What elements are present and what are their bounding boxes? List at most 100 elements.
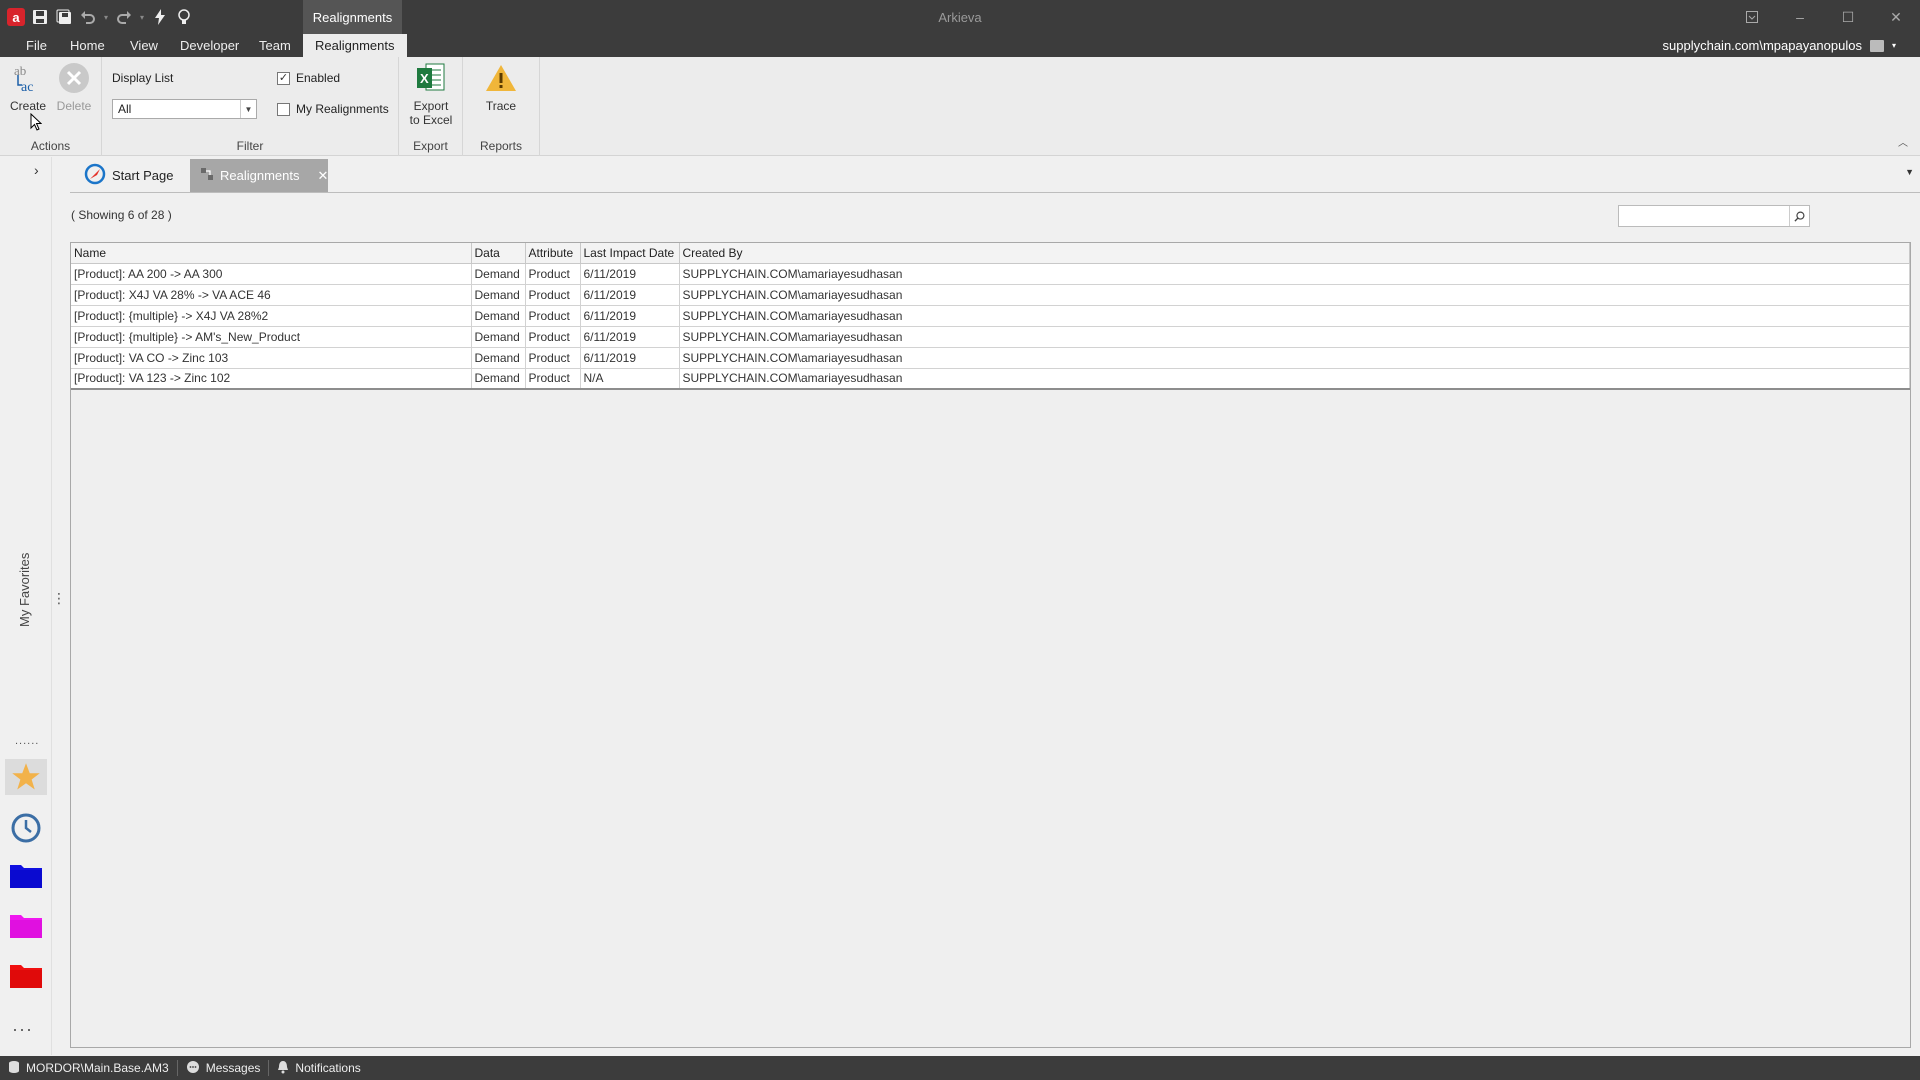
menu-view[interactable]: View	[118, 34, 170, 57]
folder-red-icon[interactable]	[8, 957, 44, 993]
close-icon[interactable]: ✕	[1872, 0, 1920, 34]
table-row[interactable]: [Product]: AA 200 -> AA 300 Demand Produ…	[71, 263, 1910, 285]
column-header-name[interactable]: Name	[71, 243, 472, 264]
cell-data[interactable]: Demand	[471, 347, 526, 369]
cell-name[interactable]: [Product]: X4J VA 28% -> VA ACE 46	[71, 284, 472, 306]
cell-last-impact-date[interactable]: N/A	[580, 368, 680, 390]
menu-realignments[interactable]: Realignments	[303, 34, 407, 57]
cell-data[interactable]: Demand	[471, 284, 526, 306]
cell-last-impact-date[interactable]: 6/11/2019	[580, 263, 680, 285]
table-row[interactable]: [Product]: VA 123 -> Zinc 102 Demand Pro…	[71, 368, 1910, 390]
tab-start-page-label: Start Page	[112, 168, 174, 183]
connection-status[interactable]: MORDOR\Main.Base.AM3	[0, 1060, 178, 1076]
cell-last-impact-date[interactable]: 6/11/2019	[580, 347, 680, 369]
tab-realignments[interactable]: Realignments ✕	[190, 159, 328, 192]
cell-name[interactable]: [Product]: AA 200 -> AA 300	[71, 263, 472, 285]
cell-data[interactable]: Demand	[471, 263, 526, 285]
recent-clock-icon[interactable]	[8, 809, 44, 845]
menu-team[interactable]: Team	[247, 34, 303, 57]
column-header-attribute[interactable]: Attribute	[525, 243, 581, 264]
favorites-label[interactable]: My Favorites	[17, 553, 32, 627]
chevron-right-icon[interactable]: ›	[34, 162, 39, 178]
minimize-icon[interactable]: –	[1776, 0, 1824, 34]
notifications-button[interactable]: Notifications	[269, 1060, 368, 1076]
folder-magenta-icon[interactable]	[8, 907, 44, 943]
folder-blue-icon[interactable]	[8, 857, 44, 893]
cell-created-by[interactable]: SUPPLYCHAIN.COM\amariayesudhasan	[679, 284, 1910, 306]
splitter-grip-icon[interactable]: ⋮	[52, 590, 66, 607]
menu-file[interactable]: File	[14, 34, 59, 57]
tabs-dropdown-icon[interactable]: ▼	[1905, 167, 1914, 177]
save-all-icon[interactable]	[52, 6, 76, 28]
cell-name[interactable]: [Product]: {multiple} -> AM's_New_Produc…	[71, 326, 472, 348]
drag-handle-icon[interactable]: ......	[15, 735, 39, 747]
cell-attribute[interactable]: Product	[525, 368, 581, 390]
cell-created-by[interactable]: SUPPLYCHAIN.COM\amariayesudhasan	[679, 263, 1910, 285]
more-icon[interactable]: ···	[12, 1019, 33, 1040]
user-info[interactable]: supplychain.com\mpapayanopulos ▾	[1663, 34, 1896, 57]
cell-created-by[interactable]: SUPPLYCHAIN.COM\amariayesudhasan	[679, 347, 1910, 369]
cell-attribute[interactable]: Product	[525, 347, 581, 369]
trace-button[interactable]: Trace	[479, 61, 523, 113]
title-bar: a ▾ ▾ Realignments Arkieva – ☐ ✕	[0, 0, 1920, 34]
redo-dropdown-icon[interactable]: ▾	[136, 6, 148, 28]
showing-count: ( Showing 6 of 28 )	[71, 208, 172, 222]
menu-bar: File Home View Developer Team Realignmen…	[0, 34, 1920, 57]
create-button[interactable]: ab ac Create	[6, 61, 50, 113]
lightbulb-icon[interactable]	[172, 6, 196, 28]
cell-name[interactable]: [Product]: VA CO -> Zinc 103	[71, 347, 472, 369]
column-header-data[interactable]: Data	[471, 243, 526, 264]
cell-last-impact-date[interactable]: 6/11/2019	[580, 284, 680, 306]
ribbon-display-icon[interactable]	[1728, 0, 1776, 34]
messages-button[interactable]: Messages	[178, 1060, 270, 1076]
cell-name[interactable]: [Product]: {multiple} -> X4J VA 28%2	[71, 305, 472, 327]
table-row[interactable]: [Product]: X4J VA 28% -> VA ACE 46 Deman…	[71, 284, 1910, 306]
app-logo-icon[interactable]: a	[4, 6, 28, 28]
cell-attribute[interactable]: Product	[525, 284, 581, 306]
search-icon[interactable]	[1789, 206, 1809, 226]
cell-data[interactable]: Demand	[471, 368, 526, 390]
save-icon[interactable]	[28, 6, 52, 28]
cell-attribute[interactable]: Product	[525, 263, 581, 285]
tab-start-page[interactable]: Start Page	[74, 159, 183, 192]
cell-last-impact-date[interactable]: 6/11/2019	[580, 305, 680, 327]
enabled-checkbox[interactable]: ✓ Enabled	[277, 71, 340, 85]
cell-created-by[interactable]: SUPPLYCHAIN.COM\amariayesudhasan	[679, 368, 1910, 390]
window-controls: – ☐ ✕	[1728, 0, 1920, 34]
window-title: Arkieva	[938, 10, 982, 25]
export-to-excel-button[interactable]: X Export to Excel	[404, 61, 458, 127]
undo-icon[interactable]	[76, 6, 100, 28]
delete-button[interactable]: Delete	[52, 61, 96, 113]
redo-icon[interactable]	[112, 6, 136, 28]
table-row[interactable]: [Product]: {multiple} -> AM's_New_Produc…	[71, 326, 1910, 348]
cell-attribute[interactable]: Product	[525, 326, 581, 348]
cell-last-impact-date[interactable]: 6/11/2019	[580, 326, 680, 348]
tab-realignments-label: Realignments	[220, 168, 300, 183]
column-header-created-by[interactable]: Created By	[679, 243, 1910, 264]
menu-home[interactable]: Home	[58, 34, 117, 57]
cell-attribute[interactable]: Product	[525, 305, 581, 327]
column-header-last-impact-date[interactable]: Last Impact Date	[580, 243, 680, 264]
trace-label: Trace	[485, 99, 517, 113]
lightning-icon[interactable]	[148, 6, 172, 28]
export-group: X Export to Excel Export	[399, 57, 463, 156]
table-row[interactable]: [Product]: VA CO -> Zinc 103 Demand Prod…	[71, 347, 1910, 369]
table-row[interactable]: [Product]: {multiple} -> X4J VA 28%2 Dem…	[71, 305, 1910, 327]
menu-developer[interactable]: Developer	[168, 34, 251, 57]
cell-created-by[interactable]: SUPPLYCHAIN.COM\amariayesudhasan	[679, 326, 1910, 348]
undo-dropdown-icon[interactable]: ▾	[100, 6, 112, 28]
display-list-combo[interactable]: All ▼	[112, 99, 257, 119]
cell-name[interactable]: [Product]: VA 123 -> Zinc 102	[71, 368, 472, 390]
search-input[interactable]	[1618, 205, 1810, 227]
collapse-ribbon-icon[interactable]: ︿	[1898, 134, 1908, 149]
chevron-down-icon[interactable]: ▼	[240, 100, 256, 118]
close-tab-icon[interactable]: ✕	[318, 168, 329, 184]
cell-data[interactable]: Demand	[471, 326, 526, 348]
my-realignments-checkbox[interactable]: My Realignments	[277, 102, 389, 116]
my-realignments-box	[277, 102, 290, 116]
star-icon[interactable]	[5, 759, 47, 795]
maximize-icon[interactable]: ☐	[1824, 0, 1872, 34]
cell-created-by[interactable]: SUPPLYCHAIN.COM\amariayesudhasan	[679, 305, 1910, 327]
svg-text:ab: ab	[14, 63, 26, 78]
cell-data[interactable]: Demand	[471, 305, 526, 327]
